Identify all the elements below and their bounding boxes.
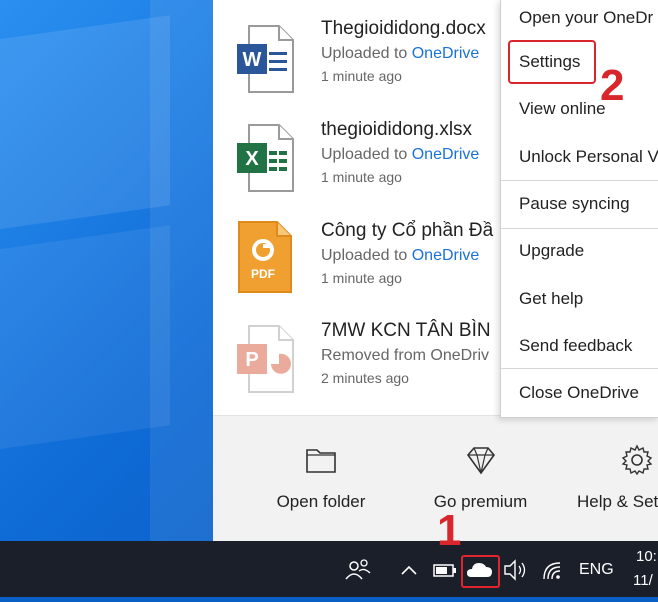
open-folder-label: Open folder [276,492,366,511]
help-settings-button[interactable]: Help & Set [573,416,658,542]
wallpaper-pane [0,15,170,235]
file-status: Uploaded to OneDrive [321,247,480,264]
svg-text:PDF: PDF [251,267,275,281]
folder-icon [305,444,337,476]
wifi-icon[interactable] [540,541,566,597]
clock-date[interactable]: 11/ [633,572,653,589]
file-name: Công ty Cổ phần Đầ [321,220,494,241]
gear-icon [621,444,653,476]
clock-time[interactable]: 10: [636,548,657,565]
step-1-label: 1 [437,506,462,555]
svg-text:P: P [245,349,258,371]
file-name: Thegioididong.docx [321,18,486,39]
onedrive-link[interactable]: OneDrive [412,247,480,264]
file-name: 7MW KCN TÂN BÌN [321,320,491,341]
flyout-bottom-bar: Open folder Go premium Help & Set [213,415,658,542]
powerpoint-icon: P [235,324,295,398]
speaker-icon[interactable] [503,541,529,597]
onedrive-link[interactable]: OneDrive [412,45,480,62]
menu-item-pause-syncing[interactable]: Pause syncing [501,186,658,226]
excel-icon: X [235,123,295,197]
menu-item-open-onedrive[interactable]: Open your OneDr [501,0,658,40]
wallpaper-pane [0,225,170,455]
onedrive-tray-highlight-box [461,555,500,588]
file-status: Uploaded to OneDrive [321,45,480,62]
file-time: 1 minute ago [321,270,402,286]
menu-separator [501,228,658,229]
people-icon[interactable] [343,541,373,597]
help-settings-label: Help & Set [577,492,658,511]
file-status: Removed from OneDriv [321,347,490,364]
pdf-icon: PDF [235,220,295,294]
menu-separator [501,180,658,181]
svg-text:W: W [243,49,262,71]
file-time: 1 minute ago [321,68,402,84]
diamond-icon [465,444,497,476]
step-2-label: 2 [600,61,625,110]
file-time: 1 minute ago [321,169,402,185]
menu-item-view-online[interactable]: View online [501,91,658,131]
input-language-indicator[interactable]: ENG [579,561,614,579]
word-icon: W [235,24,295,98]
menu-item-upgrade[interactable]: Upgrade [501,233,658,273]
file-status: Uploaded to OneDrive [321,146,480,163]
settings-highlight-box [508,40,596,84]
menu-item-send-feedback[interactable]: Send feedback [501,328,658,368]
open-folder-button[interactable]: Open folder [261,416,381,542]
svg-text:X: X [245,148,259,170]
menu-item-unlock-personal-vault[interactable]: Unlock Personal V [501,139,658,179]
menu-item-get-help[interactable]: Get help [501,281,658,321]
file-time: 2 minutes ago [321,370,409,386]
chevron-up-icon[interactable] [398,541,420,597]
file-name: thegioididong.xlsx [321,119,473,140]
menu-item-close-onedrive[interactable]: Close OneDrive [501,375,658,415]
onedrive-link[interactable]: OneDrive [412,146,480,163]
taskbar: ENG 10: 11/ [0,541,658,597]
menu-separator [501,368,658,369]
